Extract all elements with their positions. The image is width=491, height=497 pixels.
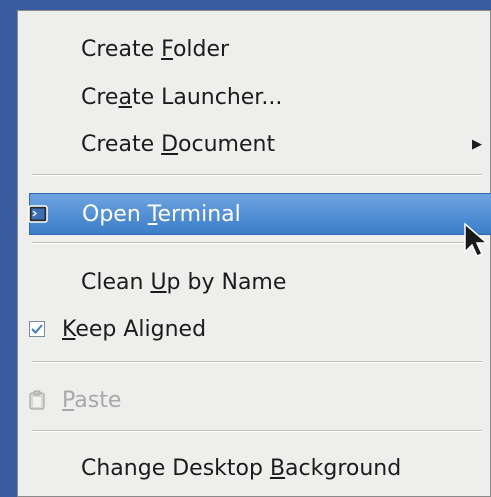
menu-item-label: Open Terminal bbox=[82, 201, 241, 227]
menu-item-label: Create Folder bbox=[81, 36, 230, 62]
checkbox-keep-aligned[interactable] bbox=[27, 319, 47, 339]
menu-item-create-folder[interactable]: Create Folder bbox=[18, 29, 490, 69]
menu-item-create-document[interactable]: Create Document ▶ bbox=[18, 124, 490, 164]
menu-item-open-terminal[interactable]: Open Terminal bbox=[28, 193, 491, 235]
terminal-icon bbox=[28, 204, 48, 224]
menu-item-label: Paste bbox=[62, 387, 122, 413]
menu-item-label: Create Launcher... bbox=[81, 84, 283, 110]
clipboard-icon bbox=[27, 390, 47, 410]
menu-item-create-launcher[interactable]: Create Launcher... bbox=[18, 77, 490, 117]
desktop-context-menu: Create Folder Create Launcher... Create … bbox=[17, 10, 491, 497]
menu-item-clean-up-by-name[interactable]: Clean Up by Name bbox=[18, 262, 490, 302]
desktop[interactable]: Create Folder Create Launcher... Create … bbox=[0, 0, 491, 497]
menu-item-label: Keep Aligned bbox=[62, 316, 207, 342]
mouse-cursor-icon bbox=[462, 222, 491, 266]
menu-separator bbox=[32, 430, 482, 432]
menu-item-keep-aligned[interactable]: Keep Aligned bbox=[18, 309, 490, 349]
menu-item-label: Create Document bbox=[81, 131, 276, 157]
submenu-arrow-icon: ▶ bbox=[472, 136, 482, 152]
menu-item-label: Clean Up by Name bbox=[81, 269, 287, 295]
menu-separator bbox=[32, 361, 482, 363]
menu-separator bbox=[32, 174, 482, 176]
menu-separator bbox=[32, 242, 482, 244]
menu-item-change-desktop-background[interactable]: Change Desktop Background bbox=[18, 448, 490, 488]
checkmark-icon bbox=[29, 321, 45, 337]
menu-item-label: Change Desktop Background bbox=[81, 455, 402, 481]
menu-item-paste: Paste bbox=[18, 380, 490, 420]
